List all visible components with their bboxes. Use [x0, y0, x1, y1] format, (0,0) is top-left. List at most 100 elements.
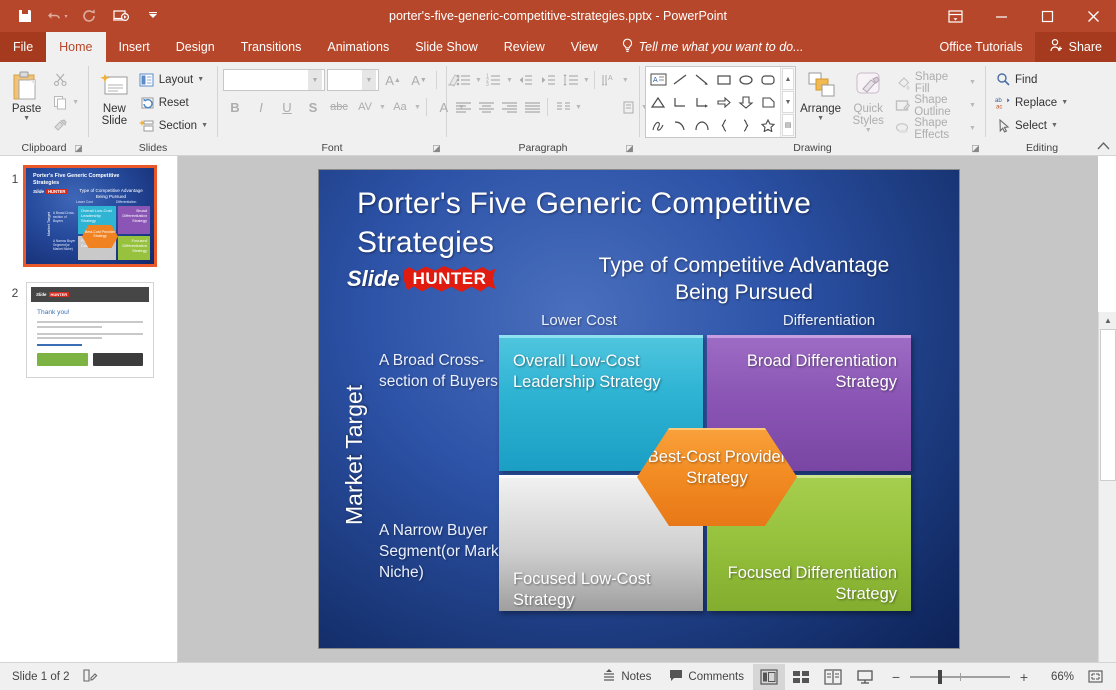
line-spacing-caret[interactable]: ▼ [583, 77, 590, 84]
ribbon-display-options-icon[interactable] [932, 0, 978, 32]
thumbnail-slide-2[interactable]: 2 Slide HUNTER Thank you! [0, 268, 177, 382]
select-caret[interactable]: ▼ [1051, 122, 1058, 129]
shape-triangle-icon[interactable] [647, 91, 669, 114]
thumbnail-image-2[interactable]: Slide HUNTER Thank you! [26, 282, 154, 378]
zoom-slider-handle[interactable] [938, 670, 942, 684]
shape-arc-icon[interactable] [691, 114, 713, 137]
clipboard-dialog-launcher[interactable]: ◪ [73, 143, 84, 154]
shape-outline-button[interactable]: Shape Outline ▼ [891, 94, 980, 117]
shape-curve-down-icon[interactable] [669, 114, 691, 137]
align-center-icon[interactable] [475, 96, 497, 118]
font-dialog-launcher[interactable]: ◪ [431, 143, 442, 154]
shapes-scroll-up-icon[interactable]: ▲ [782, 68, 794, 90]
line-spacing-icon[interactable] [560, 69, 582, 91]
arrange-caret[interactable]: ▼ [817, 115, 824, 122]
shape-line-icon[interactable] [669, 68, 691, 91]
shapes-scroll-down-icon[interactable]: ▼ [782, 91, 794, 113]
view-slide-sorter-icon[interactable] [785, 664, 817, 690]
shapes-gallery-scrollbar[interactable]: ▲ ▼ ▤ [780, 67, 795, 137]
zoom-control[interactable]: − + 66% [881, 669, 1082, 685]
paste-button[interactable]: Paste ▼ [5, 66, 48, 122]
strikethrough-button[interactable]: abc [327, 96, 351, 119]
shape-pentagon-icon[interactable] [757, 91, 779, 114]
tab-slide-show[interactable]: Slide Show [402, 32, 491, 62]
shape-right-arrow-icon[interactable] [713, 91, 735, 114]
slide-title[interactable]: Porter's Five Generic Competitive Strate… [357, 184, 897, 262]
undo-icon[interactable]: ▾ [42, 3, 72, 29]
align-text-icon[interactable] [618, 96, 640, 118]
replace-button[interactable]: abac Replace ▼ [991, 91, 1072, 114]
collapse-ribbon-icon[interactable] [1097, 141, 1110, 154]
slide-editor[interactable]: Porter's Five Generic Competitive Strate… [319, 170, 959, 648]
copy-dropdown-caret[interactable]: ▼ [72, 99, 79, 106]
shape-left-brace-icon[interactable] [713, 114, 735, 137]
column-label-differentiation[interactable]: Differentiation [739, 312, 919, 329]
justify-icon[interactable] [521, 96, 543, 118]
share-button[interactable]: Share [1035, 32, 1116, 62]
tab-file[interactable]: File [0, 32, 46, 62]
shape-fill-caret[interactable]: ▼ [969, 79, 976, 86]
numbering-caret[interactable]: ▼ [506, 77, 513, 84]
increase-font-size-button[interactable]: A▲ [381, 69, 405, 92]
new-slide-button[interactable]: New Slide [94, 66, 135, 127]
find-button[interactable]: Find [991, 68, 1072, 91]
start-presentation-icon[interactable] [106, 3, 136, 29]
slide-vertical-scrollbar[interactable]: ▲ ▼ ⏶ ⏷ [1098, 312, 1116, 690]
tell-me-search[interactable]: Tell me what you want to do... [611, 32, 814, 62]
comments-button[interactable]: Comments [660, 664, 753, 690]
decrease-font-size-button[interactable]: A▼ [407, 69, 431, 92]
view-slide-show-icon[interactable] [849, 664, 881, 690]
align-right-icon[interactable] [498, 96, 520, 118]
tab-design[interactable]: Design [163, 32, 228, 62]
close-icon[interactable] [1070, 0, 1116, 32]
tab-transitions[interactable]: Transitions [228, 32, 315, 62]
column-label-lower-cost[interactable]: Lower Cost [504, 312, 654, 329]
row-label-narrow[interactable]: A Narrow Buyer Segment(or Market Niche) [379, 520, 519, 583]
view-normal-icon[interactable] [753, 664, 785, 690]
shape-effects-button[interactable]: Shape Effects ▼ [891, 117, 980, 140]
shape-outline-caret[interactable]: ▼ [969, 102, 976, 109]
tab-home[interactable]: Home [46, 32, 105, 62]
select-button[interactable]: Select ▼ [991, 114, 1072, 137]
shape-star-icon[interactable] [757, 114, 779, 137]
tab-review[interactable]: Review [491, 32, 558, 62]
change-case-button[interactable]: Aa [388, 96, 412, 119]
underline-button[interactable]: U [275, 96, 299, 119]
fit-to-window-icon[interactable] [1082, 664, 1108, 690]
numbering-icon[interactable]: 123 [483, 69, 505, 91]
shape-scribble-icon[interactable] [647, 114, 669, 137]
zoom-out-button[interactable]: − [889, 669, 903, 685]
columns-icon[interactable] [552, 96, 574, 118]
slide-header-text[interactable]: Type of Competitive Advantage Being Purs… [574, 252, 914, 306]
zoom-in-button[interactable]: + [1017, 669, 1031, 685]
row-label-broad[interactable]: A Broad Cross-section of Buyers [379, 350, 509, 392]
tab-animations[interactable]: Animations [314, 32, 402, 62]
layout-dropdown-caret[interactable]: ▼ [197, 76, 204, 83]
shapes-gallery[interactable]: A [645, 66, 796, 138]
scroll-up-icon[interactable]: ▲ [1099, 312, 1116, 329]
bullets-icon[interactable] [452, 69, 474, 91]
quick-styles-caret[interactable]: ▼ [865, 127, 872, 134]
redo-icon[interactable] [74, 3, 104, 29]
zoom-level-label[interactable]: 66% [1038, 671, 1074, 683]
accessibility-checker-icon[interactable] [82, 668, 99, 686]
shape-down-arrow-icon[interactable] [735, 91, 757, 114]
character-spacing-button[interactable]: AV [353, 96, 377, 119]
replace-caret[interactable]: ▼ [1061, 99, 1068, 106]
text-direction-icon[interactable]: A [599, 69, 621, 91]
shape-arrow-icon[interactable] [691, 68, 713, 91]
font-name-combo[interactable]: ▼ [223, 69, 325, 91]
save-icon[interactable] [10, 3, 40, 29]
change-case-caret[interactable]: ▼ [414, 104, 421, 111]
shape-rounded-rectangle-icon[interactable] [757, 68, 779, 91]
reset-button[interactable]: Reset [135, 91, 212, 114]
user-name[interactable]: Office Tutorials [928, 32, 1035, 62]
format-painter-button[interactable] [48, 114, 83, 137]
shape-right-brace-icon[interactable] [735, 114, 757, 137]
notes-button[interactable]: Notes [593, 664, 660, 690]
tab-insert[interactable]: Insert [106, 32, 163, 62]
shape-oval-icon[interactable] [735, 68, 757, 91]
scrollbar-thumb[interactable] [1100, 329, 1116, 481]
shape-effects-caret[interactable]: ▼ [969, 125, 976, 132]
decrease-indent-icon[interactable] [514, 69, 536, 91]
